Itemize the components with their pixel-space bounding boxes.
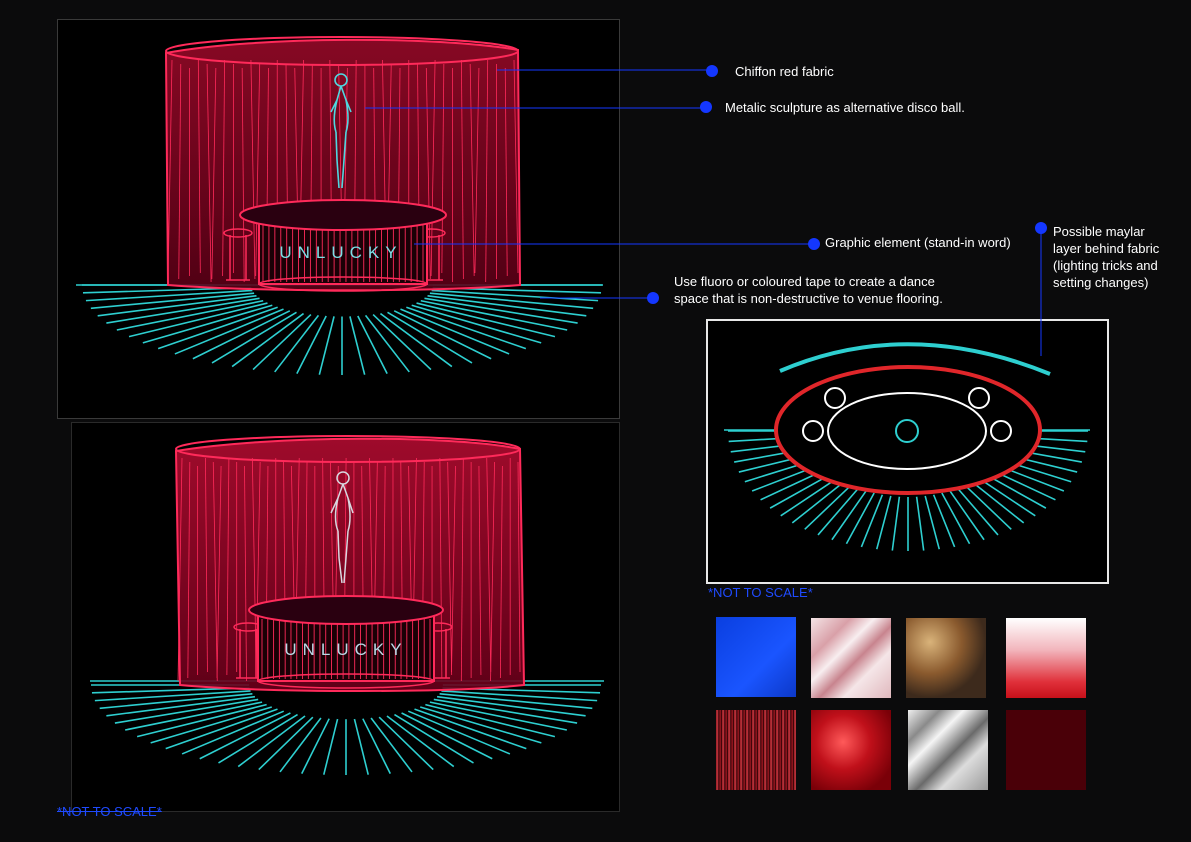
- sketch-line: [279, 717, 322, 773]
- sketch-line: [915, 496, 925, 551]
- silver-foil-swatch: [908, 710, 988, 790]
- sketch-line: [322, 718, 339, 775]
- tape-floor-rays: [90, 680, 604, 775]
- annotation-maylar-line-1: Possible maylar: [1053, 224, 1145, 239]
- sketch-line: [411, 304, 542, 344]
- annotation-tape-line-1: Use fluoro or coloured tape to create a …: [674, 274, 935, 289]
- stool-plan-marker: [990, 420, 1012, 442]
- stool-plan-marker: [824, 387, 846, 409]
- sketch-line: [406, 306, 527, 350]
- annotation-maylar-layer: Possible maylar layer behind fabric (lig…: [1053, 223, 1159, 291]
- sketch-line: [386, 715, 455, 768]
- annotation-dot: [1035, 222, 1047, 234]
- round-podium-top: [239, 199, 447, 231]
- stool-plan-marker: [968, 387, 990, 409]
- stage-sketch-bottom: UNLUCKY: [90, 435, 604, 775]
- annotation-graphic-element: Graphic element (stand-in word): [825, 235, 1011, 250]
- unlucky-graphic-word: UNLUCKY: [279, 243, 402, 262]
- sketch-line: [362, 718, 391, 774]
- red-silk-swatch: [811, 710, 891, 790]
- annotation-dot: [647, 292, 659, 304]
- tape-floor-rays: [76, 284, 603, 375]
- annotation-metallic-sculpture: Metalic sculpture as alternative disco b…: [725, 100, 965, 115]
- stool-plan-marker: [802, 420, 824, 442]
- annotation-chiffon-fabric: Chiffon red fabric: [735, 64, 834, 79]
- annotation-maylar-line-2: layer behind fabric: [1053, 241, 1160, 256]
- sketch-line: [845, 492, 875, 545]
- sketch-line: [157, 306, 278, 350]
- sketch-line: [353, 718, 370, 775]
- sketch-line: [891, 496, 901, 551]
- red-strands-swatch: [716, 710, 796, 790]
- sketch-line: [941, 492, 971, 545]
- stage-plan-view: [706, 319, 1109, 584]
- red-gradient-swatch: [1006, 618, 1086, 698]
- podium-plan: [827, 392, 987, 470]
- plan-diagram: [724, 342, 1090, 551]
- annotation-tape-floor: Use fluoro or coloured tape to create a …: [674, 273, 943, 307]
- annotation-dot: [706, 65, 718, 77]
- annotation-dot: [700, 101, 712, 113]
- blue-fabric-swatch: [716, 617, 796, 697]
- not-to-scale-label: *NOT TO SCALE*: [57, 804, 162, 819]
- annotation-dot: [808, 238, 820, 250]
- annotation-maylar-line-3: (lighting tricks and: [1053, 258, 1158, 273]
- stage-elevation-top: UNLUCKY: [57, 19, 620, 419]
- sketch-line: [420, 299, 568, 331]
- sketch-line: [116, 299, 264, 331]
- sketch-line: [142, 304, 273, 344]
- sketch-line: [301, 718, 330, 774]
- round-podium-top: [248, 595, 444, 625]
- annotation-tape-line-2: space that is non-destructive to venue f…: [674, 291, 943, 306]
- not-to-scale-label: *NOT TO SCALE*: [708, 585, 813, 600]
- stage-sketch-top: UNLUCKY: [76, 36, 603, 375]
- baroque-painting-swatch: [906, 618, 986, 698]
- pink-satin-swatch: [811, 618, 891, 698]
- sketch-line: [370, 717, 413, 773]
- sketch-line: [237, 715, 306, 768]
- annotation-maylar-line-4: setting changes): [1053, 275, 1149, 290]
- dark-red-swatch: [1006, 710, 1086, 790]
- unlucky-graphic-word: UNLUCKY: [284, 640, 407, 659]
- stage-elevation-bottom: UNLUCKY: [71, 422, 620, 812]
